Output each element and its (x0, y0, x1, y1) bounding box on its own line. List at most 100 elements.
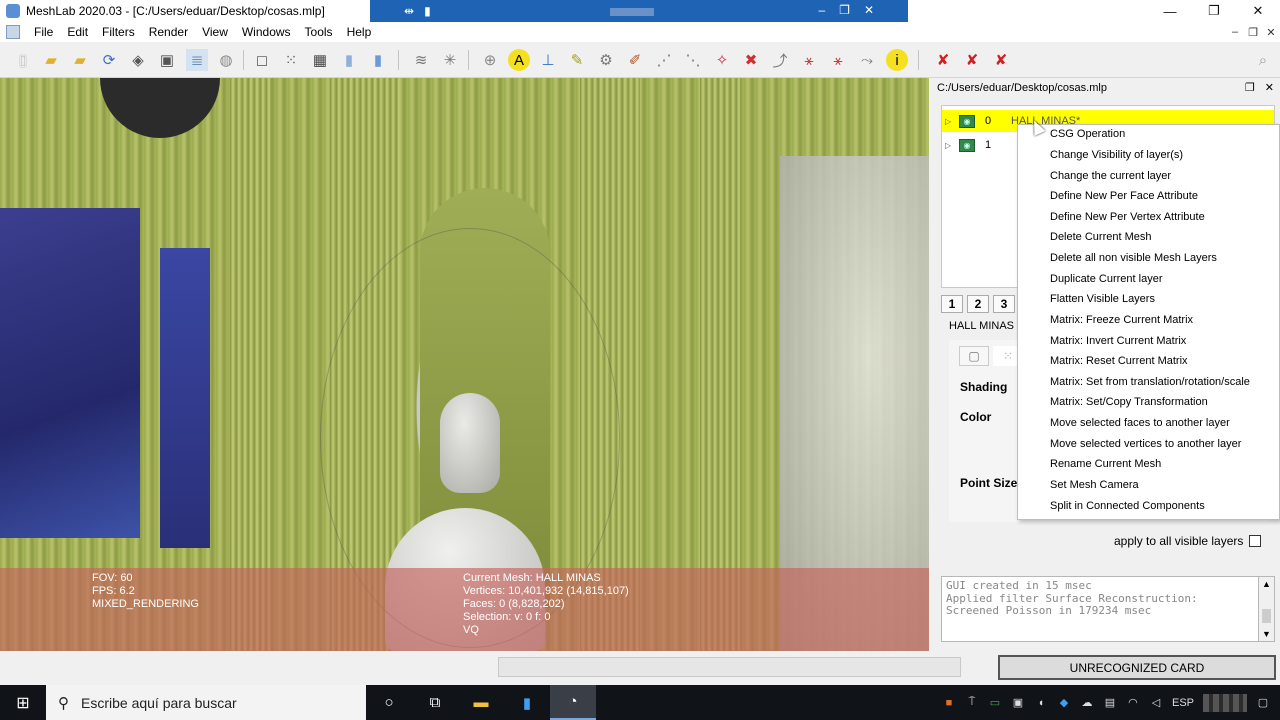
menu-item-copy-transform[interactable]: Matrix: Set/Copy Transformation (1050, 396, 1208, 408)
delete-faces-icon[interactable]: ✘ (932, 49, 954, 71)
file-explorer-icon[interactable]: ▬ (458, 685, 504, 720)
scroll-up-icon[interactable]: ▲ (1262, 579, 1271, 589)
points-icon[interactable]: ⁙ (280, 49, 302, 71)
search-icon[interactable]: ⌕ (1252, 49, 1274, 71)
app-tray-icon[interactable]: ■ (942, 696, 956, 710)
select-faces-icon[interactable]: ⋱ (682, 49, 704, 71)
volume-icon[interactable]: ◁ (1149, 696, 1163, 710)
language-indicator[interactable]: ESP (1172, 697, 1194, 709)
menu-tools[interactable]: Tools (299, 25, 341, 39)
layers-icon[interactable]: ≣ (186, 49, 208, 71)
doc-minimize-button[interactable]: – (1226, 26, 1244, 39)
texture-icon[interactable]: ≋ (410, 49, 432, 71)
usb-icon[interactable]: ⍑ (965, 696, 979, 710)
paint-icon[interactable]: ✎ (566, 49, 588, 71)
remote-minimize-button[interactable]: – (818, 3, 825, 17)
menu-item-flatten[interactable]: Flatten Visible Layers (1050, 293, 1155, 305)
apply-all-checkbox[interactable] (1249, 535, 1262, 547)
transform-icon[interactable]: ⚹ (798, 49, 820, 71)
menu-item-delete-non-visible[interactable]: Delete all non visible Mesh Layers (1050, 252, 1217, 264)
windows-start-icon[interactable]: ⊞ (0, 685, 46, 720)
delete-vertices-icon[interactable]: ✘ (961, 49, 983, 71)
menu-windows[interactable]: Windows (236, 25, 299, 39)
menu-item-set-matrix-trs[interactable]: Matrix: Set from translation/rotation/sc… (1050, 376, 1250, 388)
wireframe-icon[interactable]: ▦ (309, 49, 331, 71)
meshlab-taskbar-icon[interactable]: ◔ (550, 685, 596, 720)
select-vertices-icon[interactable]: ✧ (711, 49, 733, 71)
reload-icon[interactable]: ⟳ (98, 49, 120, 71)
cloud-icon[interactable]: ☁ (1080, 696, 1094, 710)
taskbar-search[interactable]: ⚲ Escribe aquí para buscar (46, 685, 366, 720)
log-scrollbar[interactable]: ▲ ▼ (1259, 576, 1275, 642)
network-icon[interactable]: ▤ (1103, 696, 1117, 710)
annotation-icon[interactable]: A (508, 49, 530, 71)
align-icon[interactable]: ✐ (624, 49, 646, 71)
visibility-eye-icon[interactable]: ◉ (959, 114, 975, 128)
phone-app-icon[interactable]: ▮ (504, 685, 550, 720)
menu-item-reset-matrix[interactable]: Matrix: Reset Current Matrix (1050, 355, 1188, 367)
visibility-eye-icon[interactable]: ◉ (959, 138, 975, 152)
monitor-icon[interactable]: ▣ (1011, 696, 1025, 710)
shield-icon[interactable]: ◆ (1057, 696, 1071, 710)
view-icon[interactable]: ◍ (215, 49, 237, 71)
menu-filters[interactable]: Filters (96, 25, 143, 39)
menu-view[interactable]: View (196, 25, 236, 39)
3d-viewport[interactable]: FOV: 60 FPS: 6.2 MIXED_RENDERING Current… (0, 78, 929, 651)
menu-item-change-current[interactable]: Change the current layer (1050, 170, 1171, 182)
menu-item-duplicate[interactable]: Duplicate Current layer (1050, 273, 1163, 285)
delete-all-icon[interactable]: ✘ (990, 49, 1012, 71)
select-connected-icon[interactable]: ⚹ (827, 49, 849, 71)
expand-icon[interactable]: ▷ (945, 117, 955, 126)
minimize-button[interactable]: — (1148, 0, 1192, 22)
menu-item-invert-matrix[interactable]: Matrix: Invert Current Matrix (1050, 335, 1186, 347)
doc-restore-button[interactable]: ❐ (1244, 26, 1262, 39)
menu-item-move-faces[interactable]: Move selected faces to another layer (1050, 417, 1230, 429)
brush-icon[interactable]: ⋰ (653, 49, 675, 71)
snapshot-icon[interactable]: ▣ (156, 49, 178, 71)
menu-item-per-face-attr[interactable]: Define New Per Face Attribute (1050, 190, 1198, 202)
menu-edit[interactable]: Edit (61, 25, 96, 39)
color-icon[interactable]: ✖ (740, 49, 762, 71)
menu-item-set-camera[interactable]: Set Mesh Camera (1050, 479, 1139, 491)
info-icon[interactable]: i (886, 49, 908, 71)
tab-2[interactable]: 2 (967, 295, 989, 313)
menu-item-rename[interactable]: Rename Current Mesh (1050, 458, 1161, 470)
close-button[interactable]: ✕ (1236, 0, 1280, 22)
clock-area[interactable] (1203, 693, 1247, 712)
scroll-thumb[interactable] (1262, 609, 1271, 623)
open-mesh-icon[interactable]: ▰ (69, 49, 91, 71)
light-icon[interactable]: ✳ (439, 49, 461, 71)
menu-file[interactable]: File (28, 25, 61, 39)
remote-restore-button[interactable]: ❐ (839, 3, 850, 17)
panel-float-button[interactable]: ❐ (1245, 81, 1255, 94)
new-project-icon[interactable]: ▯ (12, 49, 34, 71)
tab-1[interactable]: 1 (941, 295, 963, 313)
pin-icon[interactable]: ⇹ (404, 4, 414, 18)
battery-icon[interactable]: ▭ (988, 696, 1002, 710)
menu-item-freeze-matrix[interactable]: Matrix: Freeze Current Matrix (1050, 314, 1193, 326)
menu-item-csg[interactable]: CSG Operation (1050, 128, 1125, 140)
menu-render[interactable]: Render (143, 25, 196, 39)
menu-item-split-components[interactable]: Split in Connected Components (1050, 500, 1205, 512)
menu-item-move-vertices[interactable]: Move selected vertices to another layer (1050, 438, 1241, 450)
panel-close-button[interactable]: ✕ (1265, 81, 1274, 94)
open-project-icon[interactable]: ▰ (40, 49, 62, 71)
save-icon[interactable]: ◈ (127, 49, 149, 71)
notifications-icon[interactable]: ▢ (1256, 696, 1270, 710)
tab-3[interactable]: 3 (993, 295, 1015, 313)
bbox-icon[interactable]: ◻ (251, 49, 273, 71)
select-area-icon[interactable]: ⤳ (856, 49, 878, 71)
solid-mode-tab[interactable]: ▢ (959, 346, 989, 366)
doc-close-button[interactable]: ✕ (1262, 26, 1280, 39)
trackball-icon[interactable]: ⊕ (479, 49, 501, 71)
menu-item-per-vertex-attr[interactable]: Define New Per Vertex Attribute (1050, 211, 1205, 223)
select-icon[interactable]: ⚙ (595, 49, 617, 71)
maximize-button[interactable]: ❐ (1192, 0, 1236, 22)
speaker-tray-icon[interactable]: ◖ (1034, 696, 1048, 710)
apply-all-row[interactable]: apply to all visible layers (1114, 534, 1262, 548)
task-view-icon[interactable]: ⧉ (412, 685, 458, 720)
smooth-icon[interactable]: ▮ (367, 49, 389, 71)
wifi-icon[interactable]: ◠ (1126, 696, 1140, 710)
menu-item-change-visibility[interactable]: Change Visibility of layer(s) (1050, 149, 1183, 161)
remote-close-button[interactable]: ✕ (864, 3, 874, 17)
